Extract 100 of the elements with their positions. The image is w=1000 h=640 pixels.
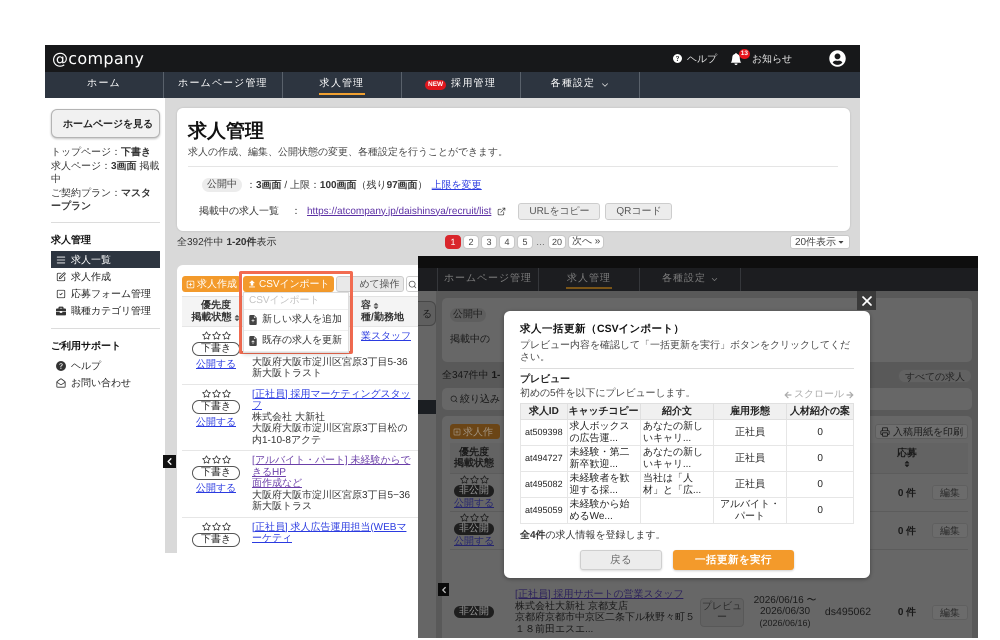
site-info-text: 求人ページ：3画面 掲載中 (51, 160, 160, 186)
site-info-text: ご契約プラン：マスタープラン (51, 187, 152, 213)
help-link[interactable]: ヘルプ (673, 52, 717, 66)
job-title-link[interactable]: 面作成など (252, 478, 415, 490)
page-button[interactable]: 2 (463, 235, 479, 249)
page-description: 求人の作成、編集、公開状態の変更、各種設定を行うことができます。 (188, 146, 509, 159)
table-cell: 正社員 (714, 472, 787, 498)
star-icon (212, 331, 220, 340)
sidebar-item[interactable]: 求人一覧 (51, 251, 160, 268)
menu-item[interactable]: 既存の求人を更新 (244, 331, 348, 352)
job-title-link[interactable]: [正社員] 採用マーケティングスタッフ (252, 388, 415, 412)
page-button[interactable]: 4 (499, 235, 515, 249)
nav-tab[interactable]: ホームページ管理 (164, 72, 283, 98)
star-icon (212, 522, 220, 530)
listing-label: 掲載中の (450, 334, 490, 346)
table-cell: at494727 (520, 446, 568, 472)
search-icon (450, 395, 458, 403)
publish-link[interactable]: 公開する (196, 358, 236, 371)
nav-tab[interactable]: 各種設定 (521, 72, 640, 98)
star-icon (480, 475, 488, 484)
sort-icon[interactable] (903, 460, 911, 468)
job-title-link[interactable]: 業スタッフ (361, 331, 415, 342)
star-icon (212, 455, 220, 464)
column-header: キャッチコピー (567, 404, 640, 420)
menu-item[interactable]: 新しい求人を追加 (244, 310, 348, 331)
status-badge: 公開中 (202, 178, 242, 192)
sidebar-heading: 求人管理 (51, 234, 92, 247)
sort-icon[interactable] (372, 302, 380, 310)
checkbox-icon (56, 288, 66, 298)
application-count: 0 件 (896, 486, 918, 500)
menu-heading: CSVインポート (244, 293, 348, 310)
column-header: 応募 (897, 448, 917, 460)
company-name: 株式会社大新社 京都支店 (515, 600, 629, 612)
view-site-button[interactable]: ホームページを見る (51, 109, 160, 138)
star-icon (470, 475, 478, 484)
page-button[interactable]: 3 (481, 235, 497, 249)
table-cell: 0 (786, 446, 854, 472)
avatar-icon[interactable] (829, 50, 846, 67)
sidebar-item[interactable]: 求人作成 (51, 268, 160, 285)
listing-button[interactable]: QRコード (605, 202, 672, 220)
table-cell: 正社員 (714, 420, 787, 446)
application-count: 0 件 (896, 606, 918, 619)
status-badge: 非公開 (454, 523, 494, 536)
sidebar-item[interactable]: お問い合わせ (51, 374, 160, 391)
column-header: 容 (361, 300, 371, 312)
table-cell: あなたの新しいキャリ... (640, 420, 714, 446)
next-page-button[interactable]: 次へ » (568, 235, 604, 249)
nav-tab[interactable]: 求人管理 (283, 72, 402, 98)
column-header: 優先度 (459, 446, 489, 458)
status-badge: 非公開 (454, 606, 494, 618)
table-cell: あなたの新しいキャリ... (640, 446, 714, 472)
import-summary: 全4件の求人情報を登録します。 (520, 530, 667, 542)
publish-link[interactable]: 公開する (196, 416, 236, 428)
help-icon (673, 54, 682, 63)
toolbar-button[interactable]: めて操作 (336, 276, 404, 292)
arrow-right-icon (846, 390, 854, 398)
listing-button[interactable]: URLをコピー (518, 202, 600, 220)
page-button[interactable]: 1 (445, 235, 461, 249)
change-limit-link[interactable]: 上限を変更 (432, 178, 482, 192)
plus-square-icon (453, 428, 461, 436)
table-cell: 正社員 (714, 446, 787, 472)
star-icon (222, 522, 230, 530)
dialog-description: プレビュー内容を確認して「一括更新を実行」ボタンをクリックしてください。 (520, 340, 851, 363)
column-header: 雇用形態 (714, 404, 787, 420)
sidebar-heading: ご利用サポート (51, 340, 122, 353)
list-icon (56, 254, 66, 264)
nav-tab[interactable]: ホームページ管理 (438, 268, 539, 291)
star-icon (222, 331, 230, 340)
search-button[interactable] (406, 276, 420, 292)
nav-tab[interactable]: 各種設定 (640, 268, 741, 291)
logo: @company (52, 48, 144, 68)
publish-link[interactable]: 公開する (196, 482, 236, 495)
table-cell: 0 (786, 472, 854, 498)
back-button[interactable]: 戻る (580, 550, 662, 570)
file-plus-icon (248, 315, 258, 325)
job-title-link[interactable]: [正社員] 求人広告運用担当(WEBマーケティ (252, 522, 415, 544)
table-cell: アルバイト・パート (714, 498, 787, 524)
per-page-select[interactable]: 20件表示 (790, 235, 850, 249)
star-icon (202, 455, 210, 464)
table-cell: 当社は「人材」と「広... (640, 472, 714, 498)
nav-tab[interactable]: 求人管理 (539, 268, 640, 291)
collapse-sidebar-button[interactable] (438, 583, 449, 596)
sidebar-item[interactable]: ヘルプ (51, 357, 160, 374)
close-button[interactable] (857, 291, 876, 310)
page-button[interactable]: 5 (517, 235, 533, 249)
page-title: 求人管理 (188, 120, 265, 144)
result-count: 全392件中 1-20件表示 (177, 236, 278, 249)
search-icon (408, 280, 418, 288)
sidebar-item[interactable]: 応募フォーム管理 (51, 285, 160, 302)
listing-url-link[interactable]: https://atcompany.jp/daishinsya/recruit/list (307, 204, 492, 218)
page-button[interactable]: 20 (548, 235, 566, 249)
table-cell: at509398 (520, 420, 568, 446)
table-cell: 0 (786, 498, 854, 524)
star-icon (480, 513, 488, 522)
collapse-sidebar-button[interactable] (163, 455, 176, 468)
sidebar-item[interactable]: 職種カテゴリ管理 (51, 302, 160, 319)
job-title-link[interactable]: [アルバイト・パート] 未経験からできるHP (252, 455, 415, 478)
job-id: ds495062 (824, 606, 872, 618)
site-info-text: トップページ：下書き (51, 146, 152, 159)
sort-icon[interactable] (232, 314, 240, 322)
